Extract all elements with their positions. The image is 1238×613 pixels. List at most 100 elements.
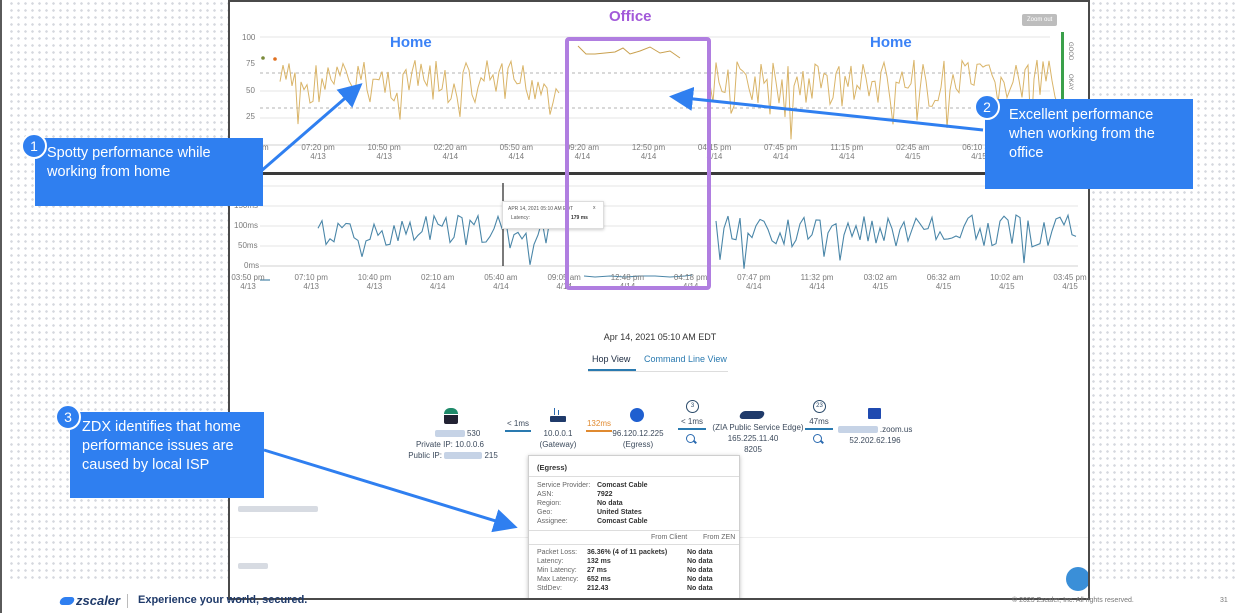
- footer-bar: zscaler Experience your world, secured. …: [0, 590, 1238, 613]
- callout-3: ZDX identifies that home performance iss…: [70, 412, 264, 498]
- hop-count-badge[interactable]: 23: [813, 400, 826, 413]
- score-point: [273, 57, 277, 61]
- col-from-zen: From ZEN: [703, 534, 736, 541]
- popup-info-value: No data: [597, 500, 623, 507]
- footer-tagline: Experience your world, secured.: [138, 594, 308, 606]
- metric-from-client: 36.36% (4 of 11 packets): [587, 549, 668, 556]
- metric-key: Min Latency:: [537, 567, 577, 574]
- callout-3-number: 3: [55, 404, 81, 430]
- tabs-divider: [588, 371, 728, 372]
- metric-key: Packet Loss:: [537, 549, 578, 556]
- destination-host: .zoom.us: [830, 424, 920, 435]
- tooltip-date: APR 14, 2021 05:10 AM EDT: [508, 206, 574, 212]
- hop-timestamp: Apr 14, 2021 05:10 AM EDT: [603, 332, 717, 342]
- zscaler-logo-icon: [58, 597, 76, 605]
- footer-page-number: 31: [1220, 597, 1228, 604]
- popup-metric-row: Packet Loss: 36.36% (4 of 11 packets) No d…: [537, 548, 713, 557]
- tab-command-line-view[interactable]: Command Line View: [644, 354, 727, 364]
- egress-icon[interactable]: [630, 408, 644, 422]
- score-line-home-1: [279, 59, 560, 125]
- latency-egress-zia: < 1ms: [680, 417, 703, 426]
- zscaler-cloud-icon: [738, 408, 766, 420]
- latency-device-gateway: < 1ms: [506, 419, 529, 428]
- device-private-ip: Private IP: 10.0.0.6: [415, 440, 485, 449]
- slide-left-border: [0, 0, 2, 613]
- popup-info-value: United States: [597, 509, 642, 516]
- popup-info-row: Assignee: Comcast Cable: [537, 517, 648, 526]
- gateway-label: (Gateway): [539, 440, 577, 449]
- office-label: Office: [609, 8, 652, 25]
- latency-x-tick: 02:10 am 4/14: [421, 273, 455, 291]
- callout-1: Spotty performance while working from ho…: [35, 138, 263, 206]
- egress-label: (Egress): [622, 440, 654, 449]
- egress-details-popup: (Egress) Service Provider: Comcast Cable A…: [528, 455, 740, 598]
- app-window-icon: [868, 408, 881, 419]
- good-label: GOOD: [1067, 42, 1073, 61]
- metric-from-client: 27 ms: [587, 567, 607, 574]
- footer-brand: zscaler: [76, 593, 121, 608]
- callout-2-number: 2: [974, 94, 1000, 120]
- metric-from-zen: No data: [687, 576, 713, 583]
- popup-provider-info: Service Provider: Comcast Cable ASN: 7922 Re…: [537, 481, 648, 526]
- score-x-tick: 02:20 am 4/14: [433, 143, 467, 161]
- popup-info-row: Service Provider: Comcast Cable: [537, 481, 648, 490]
- popup-info-key: Service Provider:: [537, 482, 591, 489]
- latency-x-tick: 10:02 am 4/15: [990, 273, 1024, 291]
- okay-label: OKAY: [1067, 74, 1073, 91]
- score-x-tick: 11:15 pm 4/14: [830, 143, 864, 161]
- lower-row-label: [238, 506, 318, 512]
- egress-ip: 96.120.12.225: [612, 429, 664, 438]
- gateway-icon: [550, 408, 566, 424]
- popup-metric-row: Latency: 132 ms No data: [537, 557, 713, 566]
- metric-from-zen: No data: [687, 567, 713, 574]
- popup-info-key: Geo:: [537, 509, 553, 516]
- zia-label: (ZIA Public Service Edge): [712, 423, 804, 432]
- popup-metric-row: Max Latency: 652 ms No data: [537, 575, 713, 584]
- link-line: [805, 428, 833, 430]
- home-label-right: Home: [870, 34, 912, 51]
- metric-key: Max Latency:: [537, 576, 579, 583]
- callout-3-text: ZDX identifies that home performance iss…: [82, 419, 241, 473]
- score-x-tick: 05:50 am 4/14: [499, 143, 533, 161]
- lower-row-label: [238, 563, 268, 569]
- latency-x-tick: 03:02 am 4/15: [863, 273, 897, 291]
- metric-key: Latency:: [537, 558, 564, 565]
- popup-metrics: Packet Loss: 36.36% (4 of 11 packets) No d…: [537, 548, 713, 593]
- latency-x-tick: 06:32 am 4/15: [926, 273, 961, 291]
- hop-count-badge[interactable]: 3: [686, 400, 699, 413]
- tooltip-latency-label: Latency:: [511, 215, 530, 221]
- latency-x-tick: 11:32 pm 4/14: [800, 273, 834, 291]
- floating-action-button[interactable]: [1066, 567, 1088, 591]
- popup-info-key: Assignee:: [537, 518, 568, 525]
- zia-ip: 165.225.11.40: [727, 434, 779, 443]
- metric-from-client: 652 ms: [587, 576, 611, 583]
- popup-info-value: 7922: [597, 491, 613, 498]
- latency-x-tick: 07:47 pm 4/14: [737, 273, 771, 291]
- latency-line-home-2: [715, 213, 1077, 269]
- destination-ip: 52.202.62.196: [849, 436, 901, 445]
- latency-x-tick: 10:40 pm 4/13: [357, 273, 392, 291]
- popup-info-key: Region:: [537, 500, 562, 507]
- zia-port: 8205: [744, 445, 762, 454]
- col-from-client: From Client: [651, 534, 688, 541]
- popup-info-row: ASN: 7922: [537, 490, 648, 499]
- background-dots-right: [1090, 0, 1238, 580]
- metric-from-client: 132 ms: [587, 558, 611, 565]
- popup-metric-row: Min Latency: 27 ms No data: [537, 566, 713, 575]
- callout-2-text: Excellent performance when working from …: [1009, 107, 1155, 161]
- score-x-tick: 10:50 pm 4/13: [367, 143, 401, 161]
- score-x-tick: 02:45 am 4/15: [896, 143, 930, 161]
- home-label-left: Home: [390, 34, 432, 51]
- popup-info-key: ASN:: [537, 491, 554, 498]
- metric-from-zen: No data: [687, 549, 713, 556]
- callout-1-text: Spotty performance while working from ho…: [47, 145, 211, 180]
- popup-info-row: Region: No data: [537, 499, 648, 508]
- popup-info-value: Comcast Cable: [597, 518, 648, 525]
- popup-info-row: Geo: United States: [537, 508, 648, 517]
- tab-hop-view[interactable]: Hop View: [592, 354, 630, 364]
- link-line: [505, 430, 531, 432]
- footer-divider: [127, 594, 128, 608]
- latency-x-tick: 03:45 pm 4/15: [1053, 273, 1087, 291]
- callout-2: Excellent performance when working from …: [985, 99, 1193, 189]
- device-icon: [444, 408, 458, 424]
